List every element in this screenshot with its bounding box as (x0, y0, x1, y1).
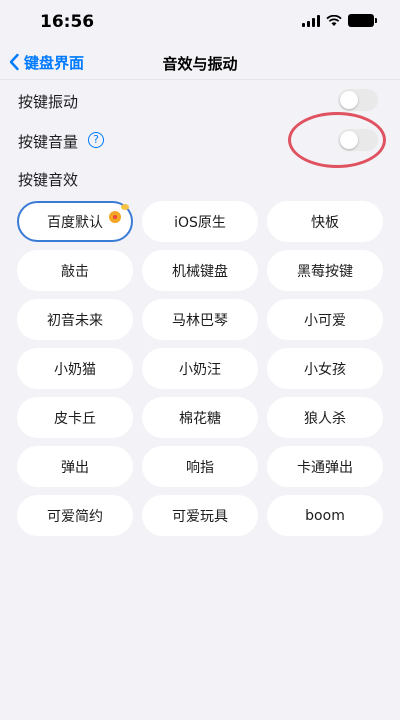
sound-option-label: 黑莓按键 (297, 263, 353, 280)
volume-label: 按键音量 (18, 133, 79, 151)
sound-option-label: 机械键盘 (172, 263, 228, 280)
sound-option[interactable]: 初音未来 (17, 299, 133, 340)
sound-option-label: 响指 (186, 459, 214, 476)
sound-grid: 百度默认 iOS原生 快板敲击 机械键盘 黑莓按键初音未来 马林巴琴 小可爱小奶猫 小奶汪 小女… (17, 201, 383, 536)
sound-option[interactable]: 马林巴琴 (142, 299, 258, 340)
sound-option-label: 卡通弹出 (297, 459, 353, 476)
sound-option[interactable]: 机械键盘 (142, 250, 258, 291)
vibration-toggle[interactable] (338, 89, 378, 111)
badge-sparkle-icon (121, 204, 129, 210)
selected-badge-icon (109, 211, 121, 223)
sound-option-label: 初音未来 (47, 312, 103, 329)
sound-option[interactable]: 小奶汪 (142, 348, 258, 389)
sound-option-label: 百度默认 (47, 214, 103, 231)
status-time: 16:56 (40, 12, 95, 32)
sound-option[interactable]: 敲击 (17, 250, 133, 291)
vibration-label: 按键振动 (18, 93, 79, 111)
sound-option[interactable]: 百度默认 (17, 201, 133, 242)
status-icons (302, 14, 377, 27)
sound-option-label: 可爱简约 (47, 508, 103, 525)
sound-option[interactable]: 可爱玩具 (142, 495, 258, 536)
sound-option-label: 马林巴琴 (172, 312, 228, 329)
sound-option[interactable]: 狼人杀 (267, 397, 383, 438)
sound-option[interactable]: 小女孩 (267, 348, 383, 389)
sound-option-label: 狼人杀 (304, 410, 346, 427)
sound-option[interactable]: iOS原生 (142, 201, 258, 242)
sound-option[interactable]: 可爱简约 (17, 495, 133, 536)
sound-option[interactable]: 棉花糖 (142, 397, 258, 438)
sound-option[interactable]: 响指 (142, 446, 258, 487)
sound-option-label: 小奶汪 (179, 361, 221, 378)
sound-option[interactable]: 卡通弹出 (267, 446, 383, 487)
sound-option-label: 小女孩 (304, 361, 346, 378)
sound-option[interactable]: 小可爱 (267, 299, 383, 340)
sound-option-label: iOS原生 (174, 214, 226, 231)
sound-option-label: 敲击 (61, 263, 89, 280)
sound-option[interactable]: 快板 (267, 201, 383, 242)
battery-icon (348, 14, 377, 27)
help-icon[interactable]: ? (88, 132, 104, 148)
toggle-knob (340, 91, 358, 109)
signal-icon (302, 14, 320, 27)
nav-bar: 键盘界面 音效与振动 (0, 44, 400, 80)
sound-option-label: 可爱玩具 (172, 508, 228, 525)
sound-option-label: 棉花糖 (179, 410, 221, 427)
sound-option[interactable]: 皮卡丘 (17, 397, 133, 438)
sound-option-label: 小奶猫 (54, 361, 96, 378)
sound-option-label: 弹出 (61, 459, 89, 476)
sound-option-label: boom (305, 507, 345, 524)
sound-option-label: 皮卡丘 (54, 410, 96, 427)
sound-option[interactable]: 黑莓按键 (267, 250, 383, 291)
sound-option-label: 快板 (311, 214, 339, 231)
wifi-icon (326, 14, 342, 26)
annotation-circle (288, 112, 386, 168)
sound-option-label: 小可爱 (304, 312, 346, 329)
sound-option[interactable]: 小奶猫 (17, 348, 133, 389)
status-bar: 16:56 (0, 0, 400, 44)
sound-option[interactable]: 弹出 (17, 446, 133, 487)
sound-section-label: 按键音效 (18, 171, 79, 189)
sound-option[interactable]: boom (267, 495, 383, 536)
page-title: 音效与振动 (162, 55, 238, 73)
